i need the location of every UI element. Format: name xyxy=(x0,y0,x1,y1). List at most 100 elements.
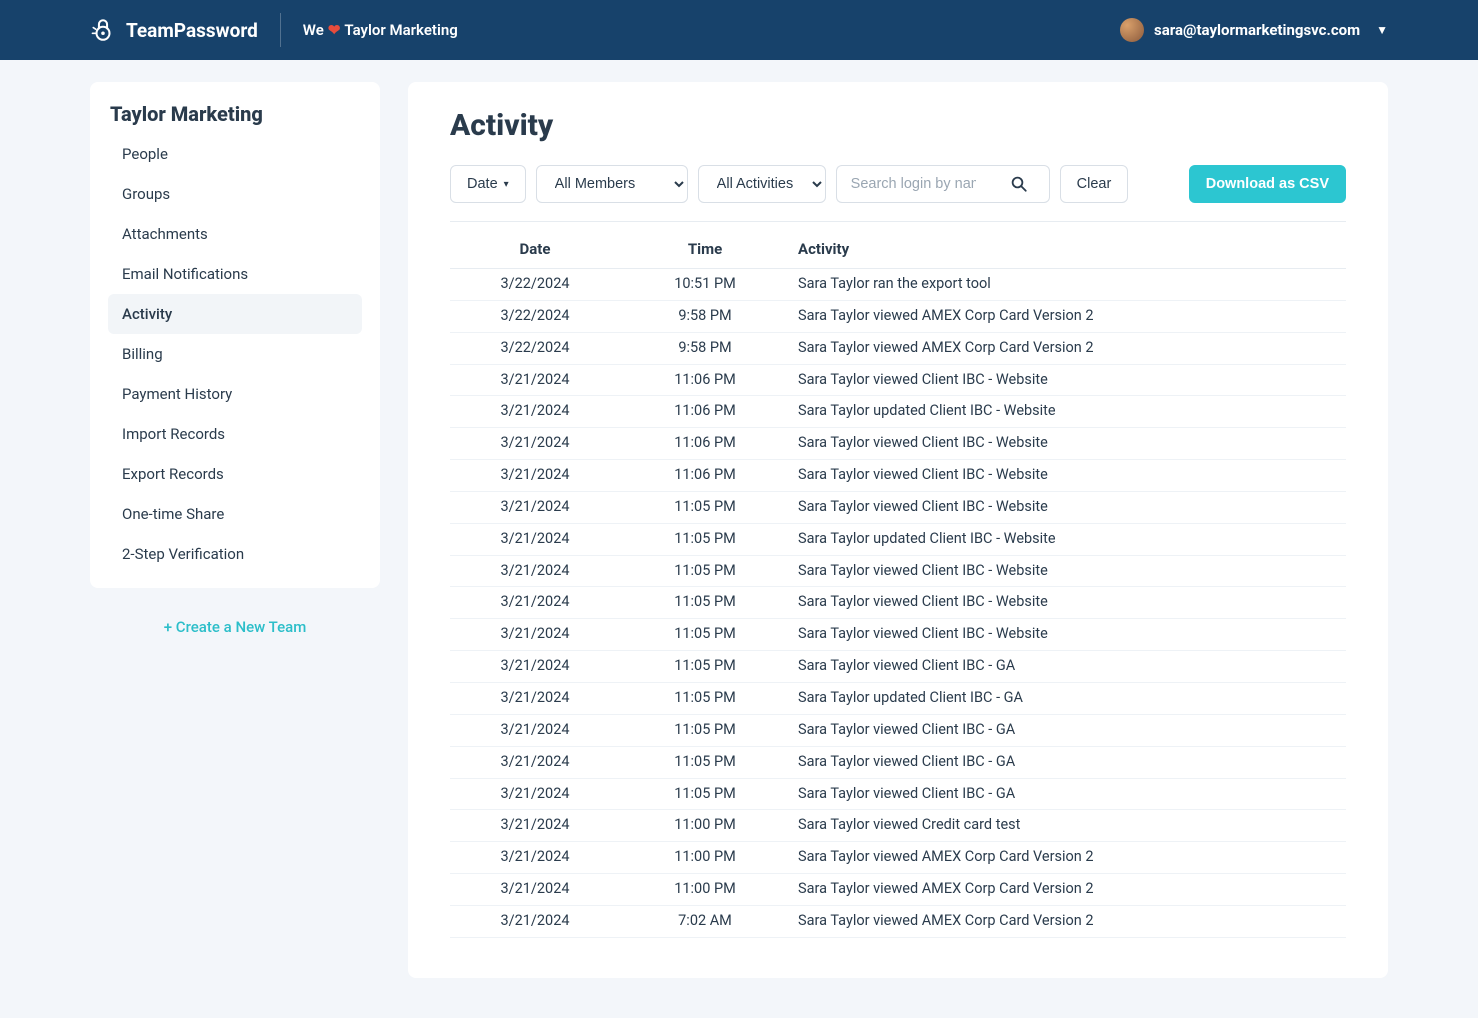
divider xyxy=(280,13,281,47)
sidebar-item-email-notifications[interactable]: Email Notifications xyxy=(108,254,362,294)
col-date: Date xyxy=(450,228,620,269)
sidebar-item-payment-history[interactable]: Payment History xyxy=(108,374,362,414)
row-activity: Sara Taylor updated Client IBC - GA xyxy=(790,682,1346,714)
row-activity: Sara Taylor viewed Client IBC - Website xyxy=(790,460,1346,492)
row-date: 3/21/2024 xyxy=(450,491,620,523)
row-time: 11:05 PM xyxy=(620,555,790,587)
row-date: 3/21/2024 xyxy=(450,651,620,683)
row-time: 11:05 PM xyxy=(620,778,790,810)
row-time: 11:05 PM xyxy=(620,619,790,651)
caret-down-icon: ▾ xyxy=(504,179,509,190)
header-left: TeamPassword We ❤ Taylor Marketing xyxy=(90,13,458,47)
row-time: 11:05 PM xyxy=(620,523,790,555)
table-row: 3/21/202411:00 PMSara Taylor viewed AMEX… xyxy=(450,842,1346,874)
sidebar-item-attachments[interactable]: Attachments xyxy=(108,214,362,254)
sidebar-item-groups[interactable]: Groups xyxy=(108,174,362,214)
table-row: 3/21/202411:00 PMSara Taylor viewed AMEX… xyxy=(450,874,1346,906)
row-activity: Sara Taylor viewed Client IBC - Website xyxy=(790,428,1346,460)
table-row: 3/22/20249:58 PMSara Taylor viewed AMEX … xyxy=(450,300,1346,332)
search-group xyxy=(836,165,1050,203)
table-row: 3/21/202411:05 PMSara Taylor viewed Clie… xyxy=(450,491,1346,523)
row-time: 11:05 PM xyxy=(620,746,790,778)
row-activity: Sara Taylor viewed Client IBC - Website xyxy=(790,619,1346,651)
row-date: 3/21/2024 xyxy=(450,714,620,746)
date-filter-button[interactable]: Date ▾ xyxy=(450,165,526,203)
table-row: 3/21/202411:05 PMSara Taylor updated Cli… xyxy=(450,523,1346,555)
row-time: 11:06 PM xyxy=(620,396,790,428)
sidebar: Taylor Marketing PeopleGroupsAttachments… xyxy=(90,82,380,588)
row-time: 11:05 PM xyxy=(620,491,790,523)
heart-icon: ❤ xyxy=(328,21,341,39)
tagline-prefix: We xyxy=(303,21,324,39)
activity-table: Date Time Activity 3/22/202410:51 PMSara… xyxy=(450,228,1346,938)
row-activity: Sara Taylor viewed Client IBC - GA xyxy=(790,778,1346,810)
row-date: 3/21/2024 xyxy=(450,396,620,428)
table-row: 3/21/202411:05 PMSara Taylor viewed Clie… xyxy=(450,619,1346,651)
row-date: 3/21/2024 xyxy=(450,587,620,619)
row-activity: Sara Taylor viewed AMEX Corp Card Versio… xyxy=(790,905,1346,937)
sidebar-item-2-step-verification[interactable]: 2-Step Verification xyxy=(108,534,362,574)
row-time: 11:05 PM xyxy=(620,651,790,683)
row-date: 3/21/2024 xyxy=(450,905,620,937)
brand-name: TeamPassword xyxy=(126,19,258,42)
table-row: 3/21/202411:05 PMSara Taylor viewed Clie… xyxy=(450,778,1346,810)
separator xyxy=(450,221,1346,222)
table-row: 3/22/20249:58 PMSara Taylor viewed AMEX … xyxy=(450,332,1346,364)
search-button[interactable] xyxy=(990,165,1050,203)
table-row: 3/21/202411:05 PMSara Taylor viewed Clie… xyxy=(450,714,1346,746)
col-time: Time xyxy=(620,228,790,269)
table-row: 3/21/202411:06 PMSara Taylor viewed Clie… xyxy=(450,428,1346,460)
row-activity: Sara Taylor updated Client IBC - Website xyxy=(790,396,1346,428)
row-activity: Sara Taylor viewed Credit card test xyxy=(790,810,1346,842)
col-activity: Activity xyxy=(790,228,1346,269)
row-activity: Sara Taylor viewed Client IBC - Website xyxy=(790,587,1346,619)
row-date: 3/21/2024 xyxy=(450,619,620,651)
row-activity: Sara Taylor viewed AMEX Corp Card Versio… xyxy=(790,842,1346,874)
user-email: sara@taylormarketingsvc.com xyxy=(1154,21,1360,39)
user-menu[interactable]: sara@taylormarketingsvc.com ▼ xyxy=(1120,18,1388,42)
row-time: 11:00 PM xyxy=(620,874,790,906)
row-activity: Sara Taylor viewed AMEX Corp Card Versio… xyxy=(790,300,1346,332)
row-time: 11:06 PM xyxy=(620,364,790,396)
sidebar-item-export-records[interactable]: Export Records xyxy=(108,454,362,494)
row-date: 3/22/2024 xyxy=(450,269,620,301)
row-activity: Sara Taylor viewed Client IBC - Website xyxy=(790,491,1346,523)
download-csv-button[interactable]: Download as CSV xyxy=(1189,165,1346,203)
row-date: 3/22/2024 xyxy=(450,300,620,332)
row-date: 3/22/2024 xyxy=(450,332,620,364)
sidebar-item-one-time-share[interactable]: One-time Share xyxy=(108,494,362,534)
date-filter-label: Date xyxy=(467,176,498,192)
table-row: 3/21/202411:06 PMSara Taylor updated Cli… xyxy=(450,396,1346,428)
table-row: 3/21/202411:05 PMSara Taylor updated Cli… xyxy=(450,682,1346,714)
row-date: 3/21/2024 xyxy=(450,428,620,460)
row-date: 3/21/2024 xyxy=(450,746,620,778)
brand-logo[interactable]: TeamPassword xyxy=(90,17,258,43)
table-row: 3/21/20247:02 AMSara Taylor viewed AMEX … xyxy=(450,905,1346,937)
sidebar-item-people[interactable]: People xyxy=(108,134,362,174)
row-time: 7:02 AM xyxy=(620,905,790,937)
clear-button[interactable]: Clear xyxy=(1060,165,1129,203)
lock-icon xyxy=(90,17,116,43)
row-date: 3/21/2024 xyxy=(450,874,620,906)
row-time: 11:05 PM xyxy=(620,682,790,714)
search-input[interactable] xyxy=(836,165,990,203)
table-row: 3/21/202411:05 PMSara Taylor viewed Clie… xyxy=(450,651,1346,683)
sidebar-item-import-records[interactable]: Import Records xyxy=(108,414,362,454)
sidebar-column: Taylor Marketing PeopleGroupsAttachments… xyxy=(90,82,380,636)
row-date: 3/21/2024 xyxy=(450,364,620,396)
row-time: 11:06 PM xyxy=(620,428,790,460)
row-activity: Sara Taylor viewed Client IBC - Website xyxy=(790,555,1346,587)
sidebar-item-activity[interactable]: Activity xyxy=(108,294,362,334)
activities-select[interactable]: All Activities xyxy=(698,165,826,203)
row-activity: Sara Taylor viewed Client IBC - GA xyxy=(790,651,1346,683)
create-new-team-link[interactable]: + Create a New Team xyxy=(90,618,380,636)
row-activity: Sara Taylor viewed Client IBC - GA xyxy=(790,714,1346,746)
table-row: 3/21/202411:06 PMSara Taylor viewed Clie… xyxy=(450,460,1346,492)
chevron-down-icon: ▼ xyxy=(1376,23,1388,37)
table-row: 3/22/202410:51 PMSara Taylor ran the exp… xyxy=(450,269,1346,301)
members-select[interactable]: All Members xyxy=(536,165,688,203)
row-date: 3/21/2024 xyxy=(450,460,620,492)
sidebar-item-billing[interactable]: Billing xyxy=(108,334,362,374)
row-time: 11:05 PM xyxy=(620,714,790,746)
row-date: 3/21/2024 xyxy=(450,842,620,874)
